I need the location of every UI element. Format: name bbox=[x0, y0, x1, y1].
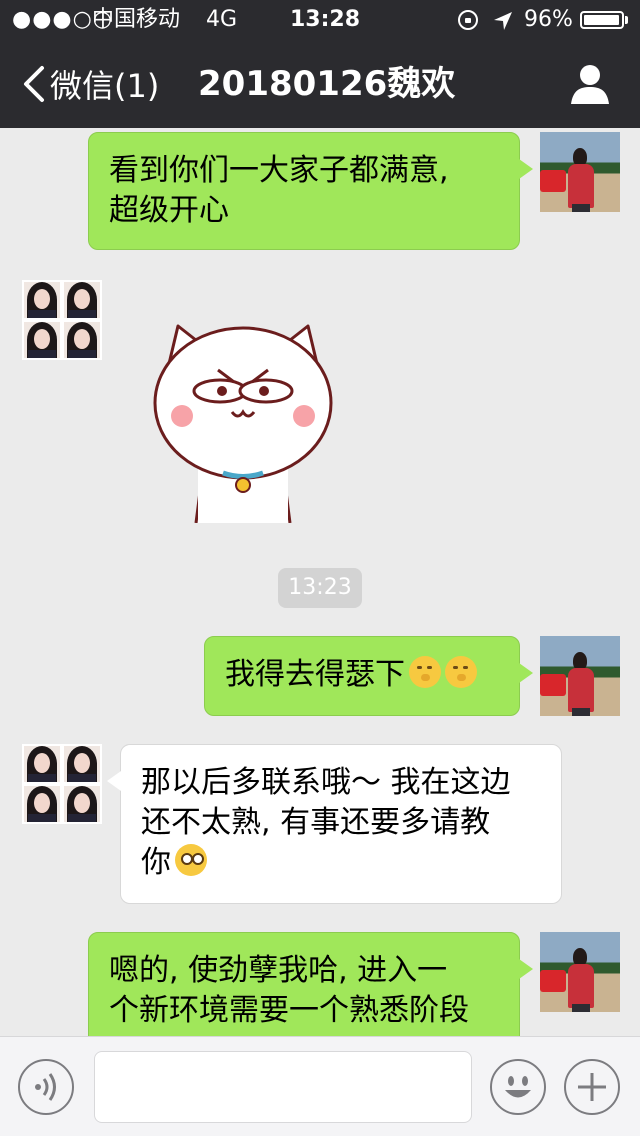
contact-avatar[interactable] bbox=[22, 744, 102, 824]
avatar-shirt bbox=[28, 814, 56, 822]
my-avatar[interactable] bbox=[540, 636, 620, 716]
message-line: 个新环境需要一个熟悉阶段 bbox=[109, 993, 469, 1028]
avatar-face bbox=[74, 753, 90, 773]
avatar-shirt bbox=[68, 814, 96, 822]
message-line: 超级开心 bbox=[109, 193, 229, 228]
avatar-car bbox=[540, 970, 566, 992]
avatar-shirt bbox=[68, 774, 96, 782]
back-label: 微信(1) bbox=[50, 67, 160, 105]
avatar-photo bbox=[24, 282, 60, 318]
avatar-photo bbox=[64, 322, 100, 358]
angry-cat-sticker[interactable] bbox=[148, 318, 338, 523]
message-line: 那以后多联系哦～ 我在这边 bbox=[141, 765, 511, 800]
avatar-face bbox=[34, 329, 50, 349]
avatar-face bbox=[34, 753, 50, 773]
avatar-body bbox=[568, 964, 594, 1008]
avatar-face bbox=[34, 289, 50, 309]
avatar-photo bbox=[24, 322, 60, 358]
avatar-shirt bbox=[28, 310, 56, 318]
my-avatar[interactable] bbox=[540, 132, 620, 212]
avatar-car bbox=[540, 674, 566, 696]
timestamp-badge: 13:23 bbox=[278, 568, 362, 608]
avatar-shirt bbox=[28, 774, 56, 782]
avatar-face bbox=[34, 793, 50, 813]
status-bar: ●●●○○ 中国移动 4G 13:28 96% bbox=[0, 0, 640, 40]
message-line: 你 bbox=[141, 845, 171, 880]
emoji-button[interactable] bbox=[490, 1059, 546, 1115]
avatar-face bbox=[74, 289, 90, 309]
avatar-photo bbox=[64, 282, 100, 318]
carrier-name: 中国移动 bbox=[92, 7, 181, 32]
avatar-shirt bbox=[68, 310, 96, 318]
battery-percent: 96% bbox=[524, 7, 573, 32]
avatar-legs bbox=[572, 1004, 590, 1012]
message-line: 嗯的, 使劲孽我哈, 进入一 bbox=[109, 953, 448, 988]
avatar-body bbox=[568, 668, 594, 712]
avatar-photo bbox=[24, 786, 60, 822]
message-line: 看到你们一大家子都满意, bbox=[109, 153, 449, 188]
location-arrow-icon bbox=[494, 12, 512, 30]
chat-area[interactable]: 看到你们一大家子都满意, 超级开心 13:23 我得去得瑟下 那以后多联系哦～ … bbox=[0, 128, 640, 1036]
rotation-lock-icon bbox=[458, 10, 478, 30]
avatar-legs bbox=[572, 204, 590, 212]
voice-button[interactable] bbox=[18, 1059, 74, 1115]
profile-icon[interactable] bbox=[568, 62, 612, 106]
status-time: 13:28 bbox=[290, 7, 361, 32]
back-button[interactable]: 微信(1) bbox=[20, 60, 159, 108]
avatar-legs bbox=[572, 708, 590, 716]
header: ●●●○○ 中国移动 4G 13:28 96% 微信(1) 20180126魏欢 bbox=[0, 0, 640, 128]
message-bubble-received[interactable]: 那以后多联系哦～ 我在这边 还不太熟, 有事还要多请教 你 bbox=[107, 744, 562, 904]
avatar-body bbox=[568, 164, 594, 208]
pleading-emoji-icon bbox=[175, 844, 207, 876]
avatar-photo bbox=[64, 746, 100, 782]
battery-tip bbox=[625, 16, 628, 24]
battery-level-fill bbox=[584, 15, 619, 25]
thinking-emoji-icon bbox=[409, 656, 441, 688]
thinking-emoji-icon bbox=[445, 656, 477, 688]
avatar-photo bbox=[24, 746, 60, 782]
avatar-face bbox=[74, 793, 90, 813]
message-input[interactable] bbox=[94, 1051, 472, 1123]
message-bubble-sent[interactable]: 嗯的, 使劲孽我哈, 进入一 个新环境需要一个熟悉阶段 bbox=[88, 932, 533, 1036]
plus-button[interactable] bbox=[564, 1059, 620, 1115]
nav-bar: 微信(1) 20180126魏欢 bbox=[0, 40, 640, 128]
network-type: 4G bbox=[206, 7, 238, 32]
chat-title: 20180126魏欢 bbox=[198, 64, 456, 104]
input-bar bbox=[0, 1036, 640, 1136]
message-text: 我得去得瑟下 bbox=[225, 657, 405, 692]
avatar-shirt bbox=[28, 350, 56, 358]
message-line: 还不太熟, 有事还要多请教 bbox=[141, 805, 491, 840]
my-avatar[interactable] bbox=[540, 932, 620, 1012]
avatar-photo bbox=[64, 786, 100, 822]
avatar-shirt bbox=[68, 350, 96, 358]
avatar-car bbox=[540, 170, 566, 192]
contact-avatar[interactable] bbox=[22, 280, 102, 360]
avatar-face bbox=[74, 329, 90, 349]
plus-icon bbox=[578, 1073, 606, 1101]
battery-icon bbox=[580, 11, 624, 29]
message-bubble-sent[interactable]: 看到你们一大家子都满意, 超级开心 bbox=[88, 132, 533, 250]
message-bubble-sent[interactable]: 我得去得瑟下 bbox=[204, 636, 533, 716]
voice-icon bbox=[35, 1073, 56, 1101]
chevron-left-icon bbox=[24, 66, 44, 102]
emoji-icon bbox=[505, 1076, 531, 1098]
